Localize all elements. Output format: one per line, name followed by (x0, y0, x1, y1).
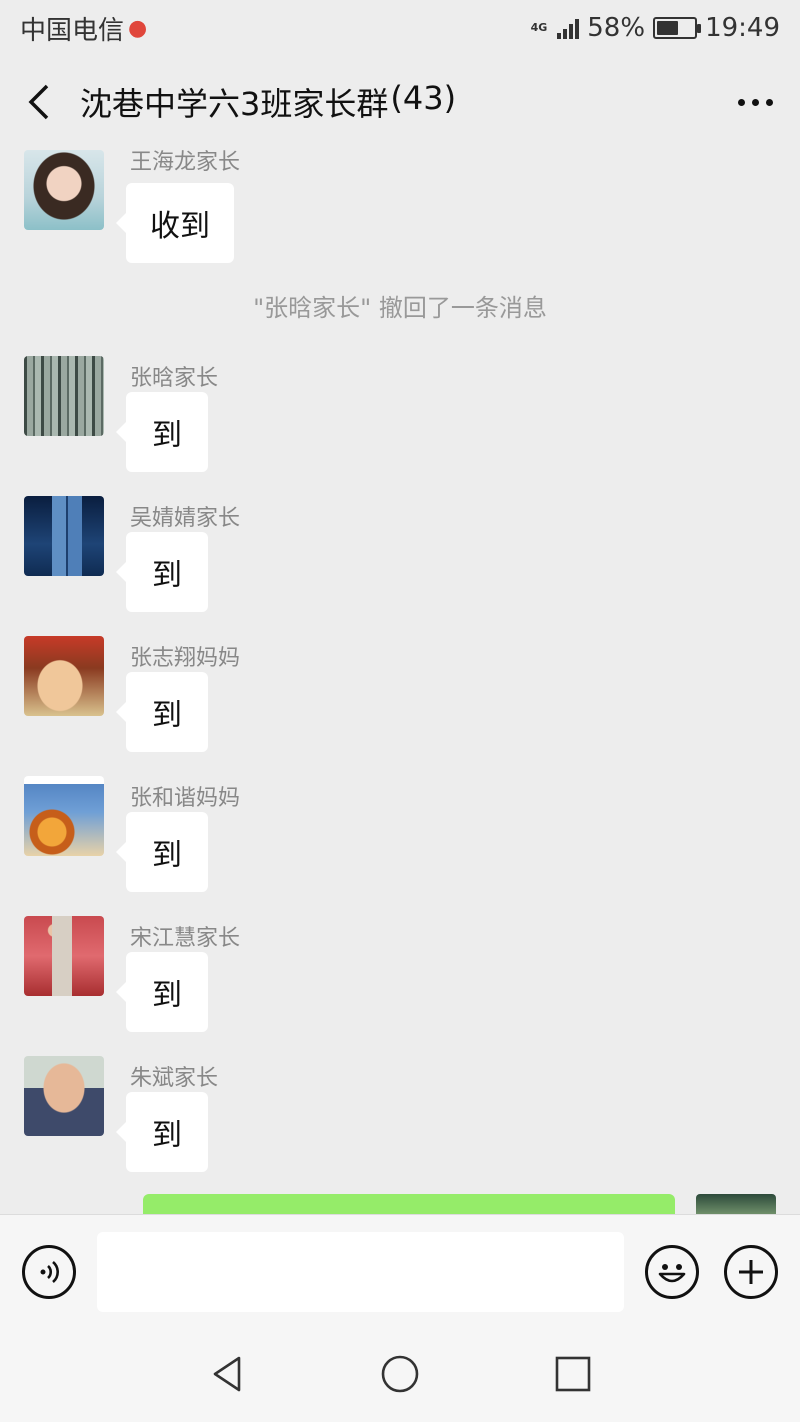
emoji-button[interactable] (645, 1245, 699, 1299)
nav-recents-button[interactable] (543, 1344, 603, 1404)
signal-icon (557, 17, 580, 39)
status-left: 中国电信 ● (20, 10, 147, 47)
avatar[interactable] (24, 1056, 104, 1136)
nav-home-button[interactable] (370, 1344, 430, 1404)
system-nav-bar (0, 1326, 800, 1422)
plus-icon (739, 1260, 763, 1284)
status-bar: 中国电信 ● 4G 58% 19:49 (0, 0, 800, 56)
more-button[interactable] (710, 56, 800, 148)
plus-button[interactable] (724, 1245, 778, 1299)
avatar[interactable] (24, 636, 104, 716)
message-bubble[interactable]: 到 (116, 952, 208, 1032)
message-item: 张志翔妈妈 到 (0, 636, 800, 766)
input-bar (0, 1214, 800, 1326)
nav-back-button[interactable] (197, 1344, 257, 1404)
chat-header: 沈巷中学六3班家长群 (43) (0, 56, 800, 148)
more-icon (737, 98, 745, 106)
message-item: 宋江慧家长 到 (0, 916, 800, 1046)
own-message-bubble[interactable] (143, 1194, 675, 1214)
avatar[interactable] (24, 356, 104, 436)
triangle-back-icon (213, 1356, 240, 1392)
chevron-left-icon (28, 84, 49, 120)
avatar[interactable] (24, 916, 104, 996)
sender-name: 宋江慧家长 (130, 926, 241, 951)
message-item: 张晗家长 到 (0, 356, 800, 486)
sender-name: 朱斌家长 (130, 1066, 219, 1091)
message-bubble[interactable]: 到 (116, 812, 208, 892)
sender-name: 王海龙家长 (130, 150, 241, 175)
own-avatar[interactable] (696, 1194, 776, 1214)
square-recents-icon (556, 1356, 591, 1392)
sender-name: 张晗家长 (130, 366, 219, 391)
battery-icon (653, 17, 702, 39)
sender-name: 吴婧婧家长 (130, 506, 241, 531)
message-bubble[interactable]: 到 (116, 1092, 208, 1172)
group-name: 沈巷中学六3班家长群 (80, 85, 389, 123)
voice-icon (40, 1261, 59, 1283)
voice-button[interactable] (22, 1245, 76, 1299)
status-right: 4G 58% 19:49 (531, 13, 780, 43)
avatar[interactable] (24, 150, 104, 230)
message-bubble[interactable]: 到 (116, 392, 208, 472)
sender-name: 张志翔妈妈 (130, 646, 241, 671)
message-item: 王海龙家长 收到 (0, 150, 800, 288)
chat-title: 沈巷中学六3班家长群 (43) (80, 79, 456, 125)
carrier-name: 中国电信 (20, 15, 125, 46)
message-input[interactable] (97, 1232, 624, 1312)
message-item: 张和谐妈妈 到 (0, 776, 800, 906)
clock: 19:49 (705, 13, 780, 43)
location-icon: ● (128, 15, 148, 41)
recall-notice: "张晗家长" 撤回了一条消息 (253, 294, 547, 322)
message-item: 朱斌家长 到 (0, 1056, 800, 1186)
message-list[interactable]: 王海龙家长 收到 "张晗家长" 撤回了一条消息 张晗家长 到 吴婧婧家长 到 张… (0, 148, 800, 1214)
message-bubble[interactable]: 收到 (116, 183, 234, 263)
message-bubble[interactable]: 到 (116, 672, 208, 752)
circle-home-icon (381, 1355, 419, 1393)
avatar[interactable] (24, 776, 104, 856)
battery-fill (657, 21, 678, 35)
battery-percent: 58% (587, 13, 646, 43)
member-count: (43) (390, 79, 457, 117)
message-item: 吴婧婧家长 到 (0, 496, 800, 626)
message-bubble[interactable]: 到 (116, 532, 208, 612)
sender-name: 张和谐妈妈 (130, 786, 241, 811)
emoji-icon (658, 1264, 686, 1283)
back-button[interactable] (0, 56, 80, 148)
avatar[interactable] (24, 496, 104, 576)
network-type: 4G (530, 21, 548, 34)
